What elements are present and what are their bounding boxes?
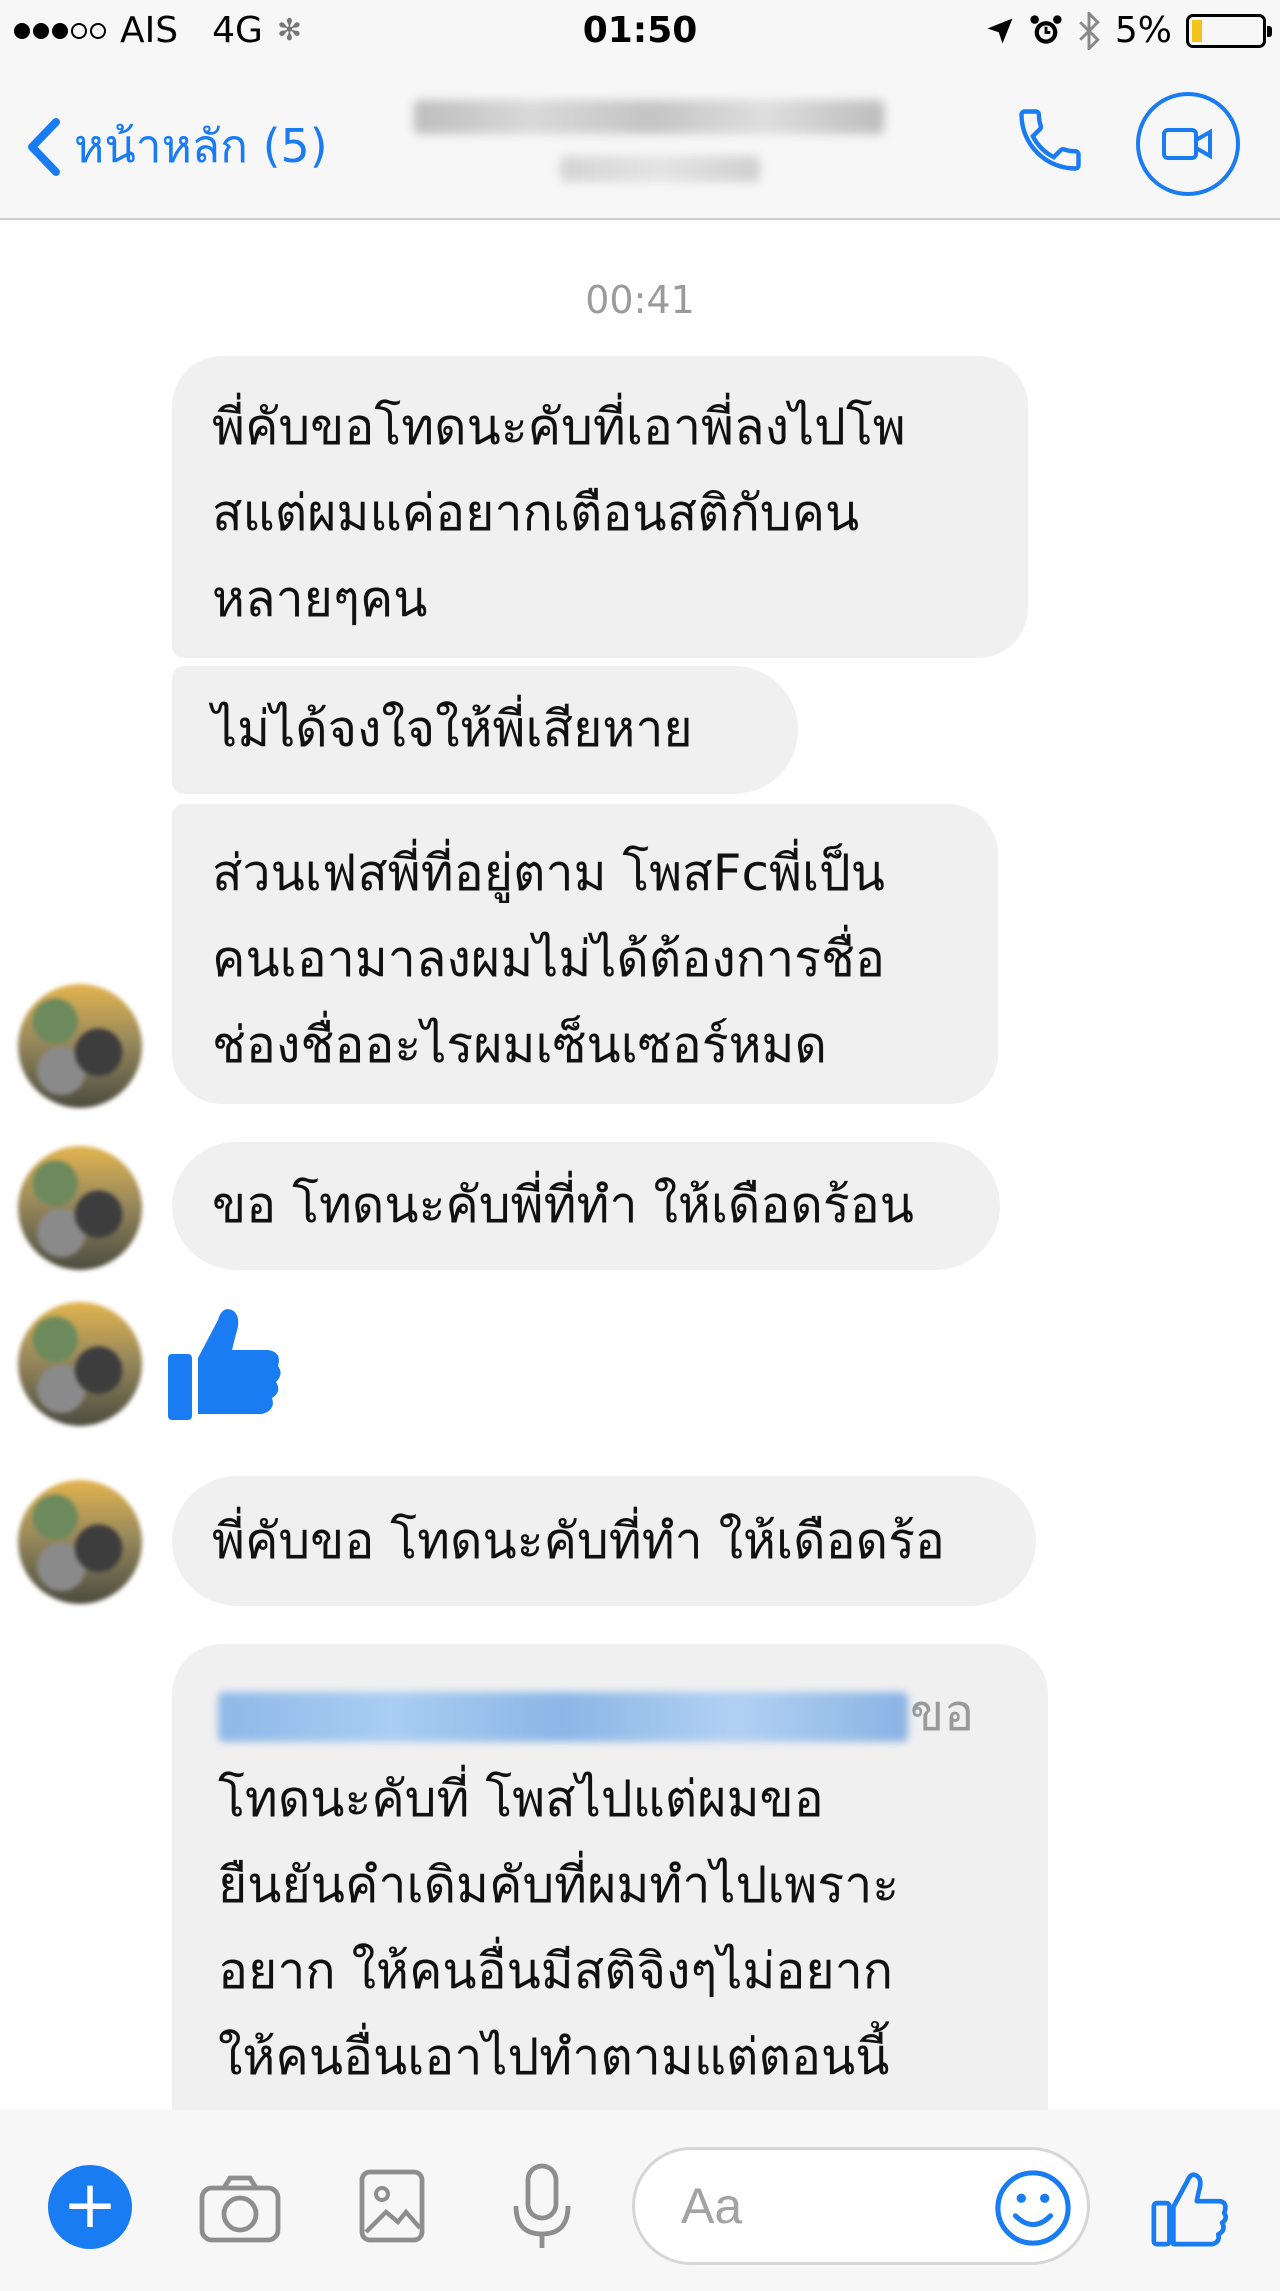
plus-icon[interactable]: +	[48, 2165, 132, 2249]
message-line: หลายๆคน	[212, 570, 428, 628]
status-bar: AIS 4G ✻ 01:50 5%	[0, 0, 1280, 66]
avatar[interactable]	[18, 1480, 142, 1604]
message-line: คนเอามาลงผมไม่ได้ต้องการชื่อ	[212, 930, 885, 988]
message-bubble[interactable]: ขอ โทดนะคับที่ โพสไปแต่ผมขอ ยืนยันคำเดิม…	[172, 1644, 1048, 2144]
video-call-button[interactable]	[1136, 92, 1240, 196]
message-line: ไม่ได้จงใจให้พี่เสียหาย	[212, 700, 693, 758]
avatar[interactable]	[18, 984, 142, 1108]
message-line: ขอ	[218, 1670, 1008, 1756]
bluetooth-icon	[1079, 11, 1100, 50]
avatar[interactable]	[18, 1302, 142, 1426]
battery-level	[1192, 19, 1202, 42]
message-bubble[interactable]: ไม่ได้จงใจให้พี่เสียหาย	[172, 666, 798, 794]
location-arrow-icon	[987, 18, 1013, 43]
emoji-icon[interactable]	[994, 2169, 1072, 2247]
message-line: สแต่ผมแค่อยากเตือนสติกับคน	[212, 484, 860, 542]
message-line: ยืนยันคำเดิมคับที่ผมทำไปเพราะ	[218, 1856, 900, 1914]
battery-icon	[1186, 13, 1272, 48]
message-line: ให้คนอื่นเอาไปทำตามแต่ตอนนี้	[218, 2028, 890, 2086]
message-line: ส่วนเฟสพี่ที่อยู่ตาม โพสFcพี่เป็น	[212, 844, 885, 902]
message-line: ช่องชื่ออะไรผมเซ็นเซอร์หมด	[212, 1016, 827, 1074]
message-bubble[interactable]: พี่คับขอโทดนะคับที่เอาพี่ลงไปโพ สแต่ผมแค…	[172, 356, 1028, 658]
back-button[interactable]: หน้าหลัก (5)	[24, 110, 328, 183]
message-line: พี่คับขอโทดนะคับที่เอาพี่ลงไปโพ	[212, 398, 906, 456]
image-icon[interactable]	[358, 2168, 426, 2244]
microphone-icon[interactable]	[510, 2162, 574, 2252]
thumbs-up-icon[interactable]	[160, 1298, 290, 1428]
message-bubble[interactable]: ส่วนเฟสพี่ที่อยู่ตาม โพสFcพี่เป็น คนเอาม…	[172, 804, 998, 1104]
message-timestamp: 00:41	[585, 278, 695, 322]
back-label: หน้าหลัก (5)	[74, 119, 328, 173]
chevron-left-icon	[28, 117, 60, 176]
message-line: โทดนะคับที่ โพสไปแต่ผมขอ	[218, 1770, 824, 1828]
contact-name-redacted[interactable]	[400, 86, 920, 196]
message-fragment: ขอ	[910, 1684, 975, 1742]
thumbs-up-send-icon[interactable]	[1148, 2168, 1230, 2250]
battery-percent: 5%	[1114, 10, 1172, 51]
camera-icon[interactable]	[198, 2172, 282, 2244]
message-line: อยาก ให้คนอื่นมีสติจิงๆไม่อยาก	[218, 1942, 894, 2000]
status-right: 5%	[985, 10, 1272, 51]
message-line: ขอ โทดนะคับพี่ที่ทำ ให้เดือดร้อน	[212, 1176, 914, 1234]
conversation-header: หน้าหลัก (5)	[0, 66, 1280, 220]
video-camera-icon	[1162, 128, 1212, 160]
redacted-link	[218, 1691, 908, 1742]
message-bubble[interactable]: พี่คับขอ โทดนะคับที่ทำ ให้เดือดร้อ	[172, 1476, 1036, 1606]
message-line: พี่คับขอ โทดนะคับที่ทำ ให้เดือดร้อ	[212, 1512, 945, 1570]
phone-icon[interactable]	[1012, 102, 1088, 178]
message-bubble[interactable]: ขอ โทดนะคับพี่ที่ทำ ให้เดือดร้อน	[172, 1142, 1000, 1270]
alarm-icon	[1030, 14, 1062, 44]
avatar[interactable]	[18, 1146, 142, 1270]
